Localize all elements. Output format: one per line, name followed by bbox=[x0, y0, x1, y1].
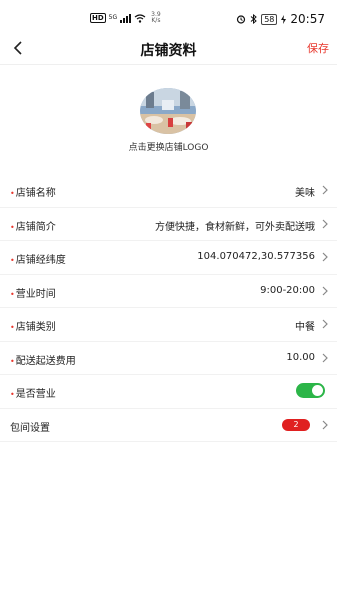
speed-unit: K/s bbox=[151, 17, 161, 24]
wifi-icon bbox=[134, 13, 146, 23]
required-marker: • bbox=[10, 256, 15, 265]
row-label: •店铺名称 bbox=[10, 184, 56, 199]
row-value: 方便快捷，食材新鲜，可外卖配送哦 bbox=[155, 221, 315, 233]
row-store-coordinates[interactable]: •店铺经纬度 104.070472,30.577356 bbox=[0, 241, 337, 275]
hd-indicator: HD bbox=[90, 13, 106, 23]
row-label: •是否营业 bbox=[10, 385, 56, 400]
signal-icon bbox=[120, 13, 132, 23]
row-is-open: •是否营业 bbox=[0, 375, 337, 409]
row-business-hours[interactable]: •营业时间 9:00-20:00 bbox=[0, 275, 337, 308]
label-text: 配送起送费用 bbox=[15, 355, 76, 367]
clock: 20:57 bbox=[290, 12, 325, 26]
row-store-name[interactable]: •店铺名称 美味 bbox=[0, 174, 337, 208]
required-marker: • bbox=[10, 289, 15, 299]
label-text: 店铺经纬度 bbox=[15, 255, 66, 266]
row-min-delivery-fee[interactable]: •配送起送费用 10.00 bbox=[0, 342, 337, 375]
status-right: 58 20:57 bbox=[236, 12, 325, 26]
label-text: 是否营业 bbox=[15, 389, 56, 400]
row-store-category[interactable]: •店铺类别 中餐 bbox=[0, 308, 337, 342]
required-marker: • bbox=[10, 390, 15, 399]
row-value: 10.00 bbox=[286, 351, 315, 363]
required-marker: • bbox=[10, 323, 15, 332]
chevron-right-icon bbox=[322, 219, 328, 228]
alarm-icon bbox=[237, 15, 246, 24]
label-text: 店铺名称 bbox=[15, 188, 56, 199]
logo-section: 点击更换店铺LOGO bbox=[0, 84, 337, 164]
row-private-room-settings[interactable]: 包间设置 2 bbox=[0, 409, 337, 442]
required-marker: • bbox=[10, 222, 15, 232]
row-value: 美味 bbox=[295, 188, 315, 199]
row-store-intro[interactable]: •店铺简介 方便快捷，食材新鲜，可外卖配送哦 bbox=[0, 208, 337, 241]
chevron-right-icon bbox=[322, 420, 328, 429]
network-type: 5G bbox=[108, 14, 118, 21]
save-button[interactable]: 保存 bbox=[307, 40, 329, 56]
row-value: 104.070472,30.577356 bbox=[197, 251, 315, 262]
row-value: 中餐 bbox=[295, 322, 315, 333]
store-info-list: •店铺名称 美味 •店铺简介 方便快捷，食材新鲜，可外卖配送哦 •店铺经纬度 1… bbox=[0, 174, 337, 442]
store-logo[interactable] bbox=[140, 88, 196, 134]
battery-icon: 58 bbox=[261, 13, 278, 25]
app-header: 店铺资料 保存 bbox=[0, 34, 337, 65]
row-label: 包间设置 bbox=[10, 422, 50, 434]
label-text: 店铺类别 bbox=[15, 322, 56, 333]
chevron-right-icon bbox=[322, 185, 328, 195]
chevron-right-icon bbox=[322, 252, 328, 262]
logo-caption[interactable]: 点击更换店铺LOGO bbox=[0, 140, 337, 153]
chevron-right-icon bbox=[322, 286, 328, 295]
status-bar: HD 5G 3.9 K/s 58 20:57 bbox=[0, 0, 337, 34]
row-value: 9:00-20:00 bbox=[260, 284, 315, 296]
page-title: 店铺资料 bbox=[140, 43, 197, 59]
store-photo-icon bbox=[140, 88, 196, 134]
row-label: •店铺经纬度 bbox=[10, 251, 66, 266]
row-label: •配送起送费用 bbox=[10, 352, 76, 367]
bluetooth-icon bbox=[250, 14, 257, 24]
label-text: 营业时间 bbox=[15, 288, 56, 300]
row-label: •营业时间 bbox=[10, 285, 56, 300]
row-label: •店铺类别 bbox=[10, 318, 56, 333]
row-label: •店铺简介 bbox=[10, 218, 56, 233]
charging-icon bbox=[281, 14, 287, 24]
chevron-right-icon bbox=[322, 319, 328, 329]
open-status-toggle[interactable] bbox=[296, 383, 325, 398]
chevron-right-icon bbox=[322, 353, 328, 362]
label-text: 店铺简介 bbox=[15, 221, 56, 233]
count-badge: 2 bbox=[282, 418, 310, 431]
network-speed: 3.9 K/s bbox=[151, 12, 161, 24]
status-left: HD 5G 3.9 K/s bbox=[90, 12, 161, 24]
required-marker: • bbox=[10, 189, 15, 198]
required-marker: • bbox=[10, 356, 15, 366]
